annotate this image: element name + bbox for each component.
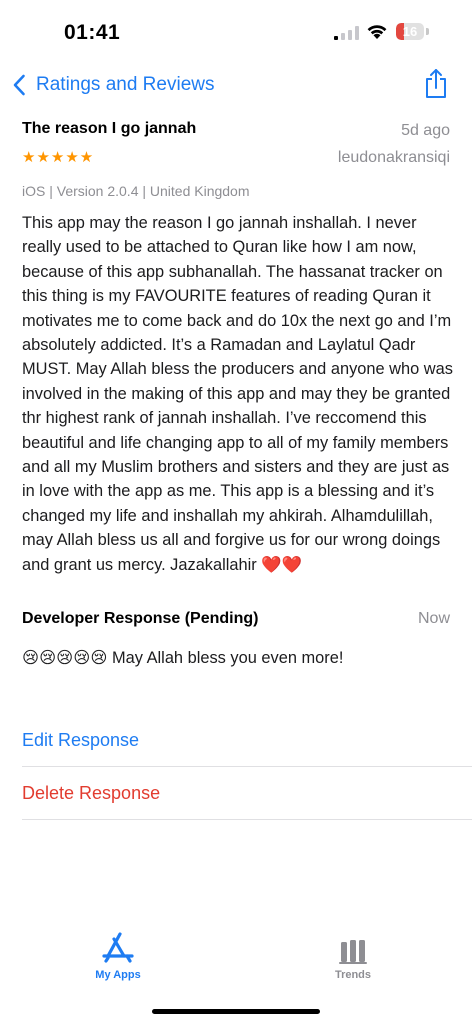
developer-response-time: Now bbox=[417, 610, 450, 627]
status-bar: 01:41 16 bbox=[0, 0, 472, 64]
wifi-icon bbox=[367, 25, 387, 39]
battery-icon: 16 bbox=[396, 23, 430, 41]
developer-response-title: Developer Response (Pending) bbox=[22, 610, 259, 627]
delete-response-button[interactable]: Delete Response bbox=[22, 767, 472, 820]
review-author: leudonakransiqi bbox=[337, 149, 450, 166]
home-indicator bbox=[152, 1009, 320, 1014]
chevron-left-icon bbox=[13, 74, 25, 96]
share-icon[interactable] bbox=[423, 68, 449, 100]
bar-chart-icon bbox=[339, 940, 367, 964]
review-title: The reason I go jannah bbox=[22, 120, 197, 137]
review-meta: iOS | Version 2.0.4 | United Kingdom bbox=[22, 183, 250, 199]
cellular-signal-icon bbox=[334, 26, 359, 40]
app-store-icon bbox=[102, 932, 134, 963]
developer-response-body: 😢😢😢😢😢 May Allah bless you even more! bbox=[22, 649, 344, 667]
battery-level: 16 bbox=[402, 24, 418, 39]
tab-my-apps[interactable]: My Apps bbox=[73, 930, 163, 981]
star-rating: ★★★★★ bbox=[22, 149, 95, 166]
status-time: 01:41 bbox=[64, 21, 121, 44]
navigation-bar: Ratings and Reviews bbox=[0, 64, 472, 104]
tab-bar: My Apps Trends bbox=[0, 930, 472, 1000]
review-body: This app may the reason I go jannah insh… bbox=[22, 214, 453, 574]
back-button[interactable]: Ratings and Reviews bbox=[12, 70, 214, 100]
tab-trends[interactable]: Trends bbox=[308, 930, 398, 981]
tab-trends-label: Trends bbox=[334, 969, 372, 981]
response-actions: Edit Response Delete Response bbox=[22, 714, 472, 820]
back-label: Ratings and Reviews bbox=[36, 74, 215, 95]
tab-my-apps-label: My Apps bbox=[95, 969, 141, 981]
review-date: 5d ago bbox=[401, 122, 450, 139]
edit-response-button[interactable]: Edit Response bbox=[22, 714, 472, 767]
